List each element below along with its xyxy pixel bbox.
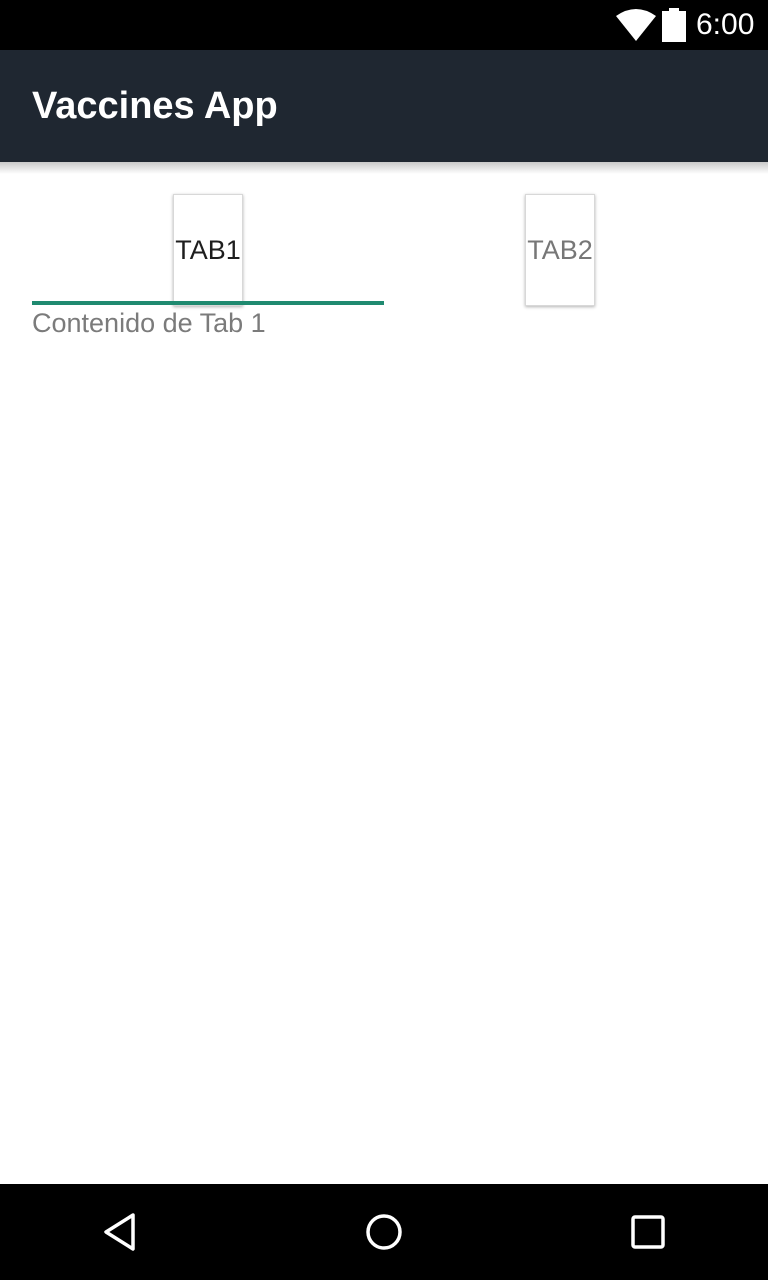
- home-button[interactable]: [356, 1204, 412, 1260]
- wifi-icon: [616, 9, 656, 41]
- status-bar: 6:00: [0, 0, 768, 50]
- recents-button[interactable]: [620, 1204, 676, 1260]
- back-button[interactable]: [92, 1204, 148, 1260]
- recents-icon: [631, 1215, 665, 1249]
- back-icon: [104, 1213, 135, 1251]
- tab-indicator: [32, 301, 384, 305]
- app-bar-shadow: [0, 162, 768, 174]
- tab-2[interactable]: TAB2: [525, 194, 595, 306]
- tab-1[interactable]: TAB1: [173, 194, 243, 306]
- battery-icon: [662, 8, 686, 42]
- tab-content-text: Contenido de Tab 1: [32, 308, 266, 338]
- status-time: 6:00: [696, 8, 755, 41]
- home-icon: [366, 1214, 402, 1250]
- app-bar: Vaccines App: [0, 50, 768, 162]
- navigation-bar: [0, 1184, 768, 1280]
- app-title: Vaccines App: [32, 85, 278, 127]
